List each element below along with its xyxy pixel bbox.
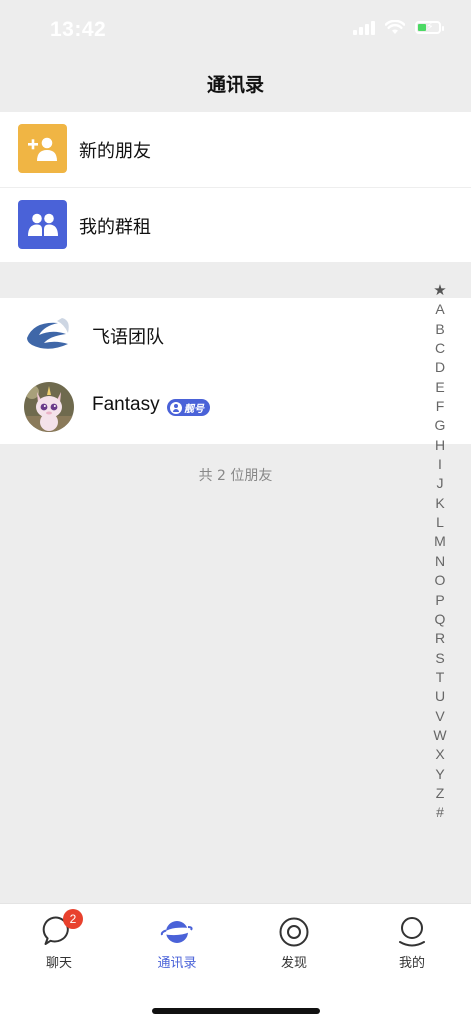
index-letter[interactable]: F — [428, 397, 452, 416]
index-letter[interactable]: H — [428, 436, 452, 455]
contact-item-fantasy[interactable]: Fantasy 靓号 — [0, 371, 420, 444]
tab-label: 发现 — [280, 956, 307, 971]
unread-badge: 2 — [63, 909, 83, 929]
status-bar: 13:42 ⚡ — [0, 0, 471, 62]
index-letter[interactable]: R — [428, 629, 452, 648]
my-groups-label: 我的群租 — [79, 217, 151, 238]
signal-icon — [353, 20, 375, 35]
profile-icon — [395, 914, 429, 948]
index-letter[interactable]: M — [428, 532, 452, 551]
tab-discover[interactable]: 发现 — [254, 914, 334, 974]
my-groups-entry[interactable]: 我的群租 — [0, 187, 471, 262]
index-letter[interactable]: # — [428, 803, 452, 822]
feiyu-logo — [24, 309, 74, 359]
target-icon — [277, 914, 311, 948]
nav-bar: 通讯录 — [0, 62, 471, 110]
premium-id-badge: 靓号 — [167, 399, 210, 416]
index-letter[interactable]: S — [428, 649, 452, 668]
battery-icon: ⚡ — [415, 20, 444, 34]
index-letter[interactable]: B — [428, 320, 452, 339]
index-letter[interactable]: K — [428, 494, 452, 513]
index-letter[interactable]: P — [428, 591, 452, 610]
index-letter[interactable]: U — [428, 687, 452, 706]
index-letter[interactable]: O — [428, 571, 452, 590]
tab-contacts[interactable]: 通讯录 — [137, 914, 217, 974]
chat-bubble-icon: 2 — [42, 909, 83, 948]
contact-item-feiyu[interactable]: 飞语团队 — [0, 298, 420, 371]
index-letter[interactable]: E — [428, 378, 452, 397]
tab-label: 我的 — [398, 956, 425, 971]
new-friends-entry[interactable]: 新的朋友 — [0, 112, 471, 187]
badge-label: 靓号 — [184, 404, 204, 415]
index-letter[interactable]: W — [428, 726, 452, 745]
tab-bar: 2 聊天 通讯录 发现 我的 — [0, 903, 471, 1024]
new-friends-label: 新的朋友 — [79, 141, 151, 162]
unicorn-avatar — [24, 382, 74, 432]
tab-label: 聊天 — [45, 956, 72, 971]
page-title: 通讯录 — [206, 74, 264, 96]
top-entries: 新的朋友 我的群租 — [0, 112, 471, 262]
index-letter[interactable]: G — [428, 416, 452, 435]
group-icon — [18, 200, 67, 249]
index-letter[interactable]: D — [428, 358, 452, 377]
status-time: 13:42 — [50, 18, 107, 41]
index-letter[interactable]: ★ — [428, 281, 452, 300]
index-letter[interactable]: T — [428, 668, 452, 687]
index-letter[interactable]: C — [428, 339, 452, 358]
tab-me[interactable]: 我的 — [372, 914, 452, 974]
index-letter[interactable]: I — [428, 455, 452, 474]
contact-list: 飞语团队 Fantasy 靓号 — [0, 298, 471, 444]
index-letter[interactable]: V — [428, 707, 452, 726]
index-letter[interactable]: L — [428, 513, 452, 532]
add-friend-icon — [18, 124, 67, 173]
index-letter[interactable]: Q — [428, 610, 452, 629]
status-icons: ⚡ — [353, 20, 444, 35]
index-letter[interactable]: A — [428, 300, 452, 319]
alphabet-index[interactable]: ★ A B C D E F G H I J K L M N O P Q R S T U V W X Y Z # — [428, 281, 452, 823]
tab-label: 通讯录 — [157, 956, 197, 971]
home-indicator — [152, 1008, 320, 1014]
planet-icon — [160, 914, 194, 948]
index-letter[interactable]: Z — [428, 784, 452, 803]
wifi-icon — [385, 20, 405, 34]
index-letter[interactable]: N — [428, 552, 452, 571]
index-letter[interactable]: Y — [428, 765, 452, 784]
index-letter[interactable]: X — [428, 745, 452, 764]
tab-chat[interactable]: 2 聊天 — [19, 909, 99, 974]
contact-count: 共 2 位朋友 — [198, 468, 273, 484]
user-badge-icon — [170, 401, 182, 414]
contact-name: Fantasy — [92, 394, 160, 415]
contact-name: 飞语团队 — [92, 327, 164, 348]
index-letter[interactable]: J — [428, 474, 452, 493]
